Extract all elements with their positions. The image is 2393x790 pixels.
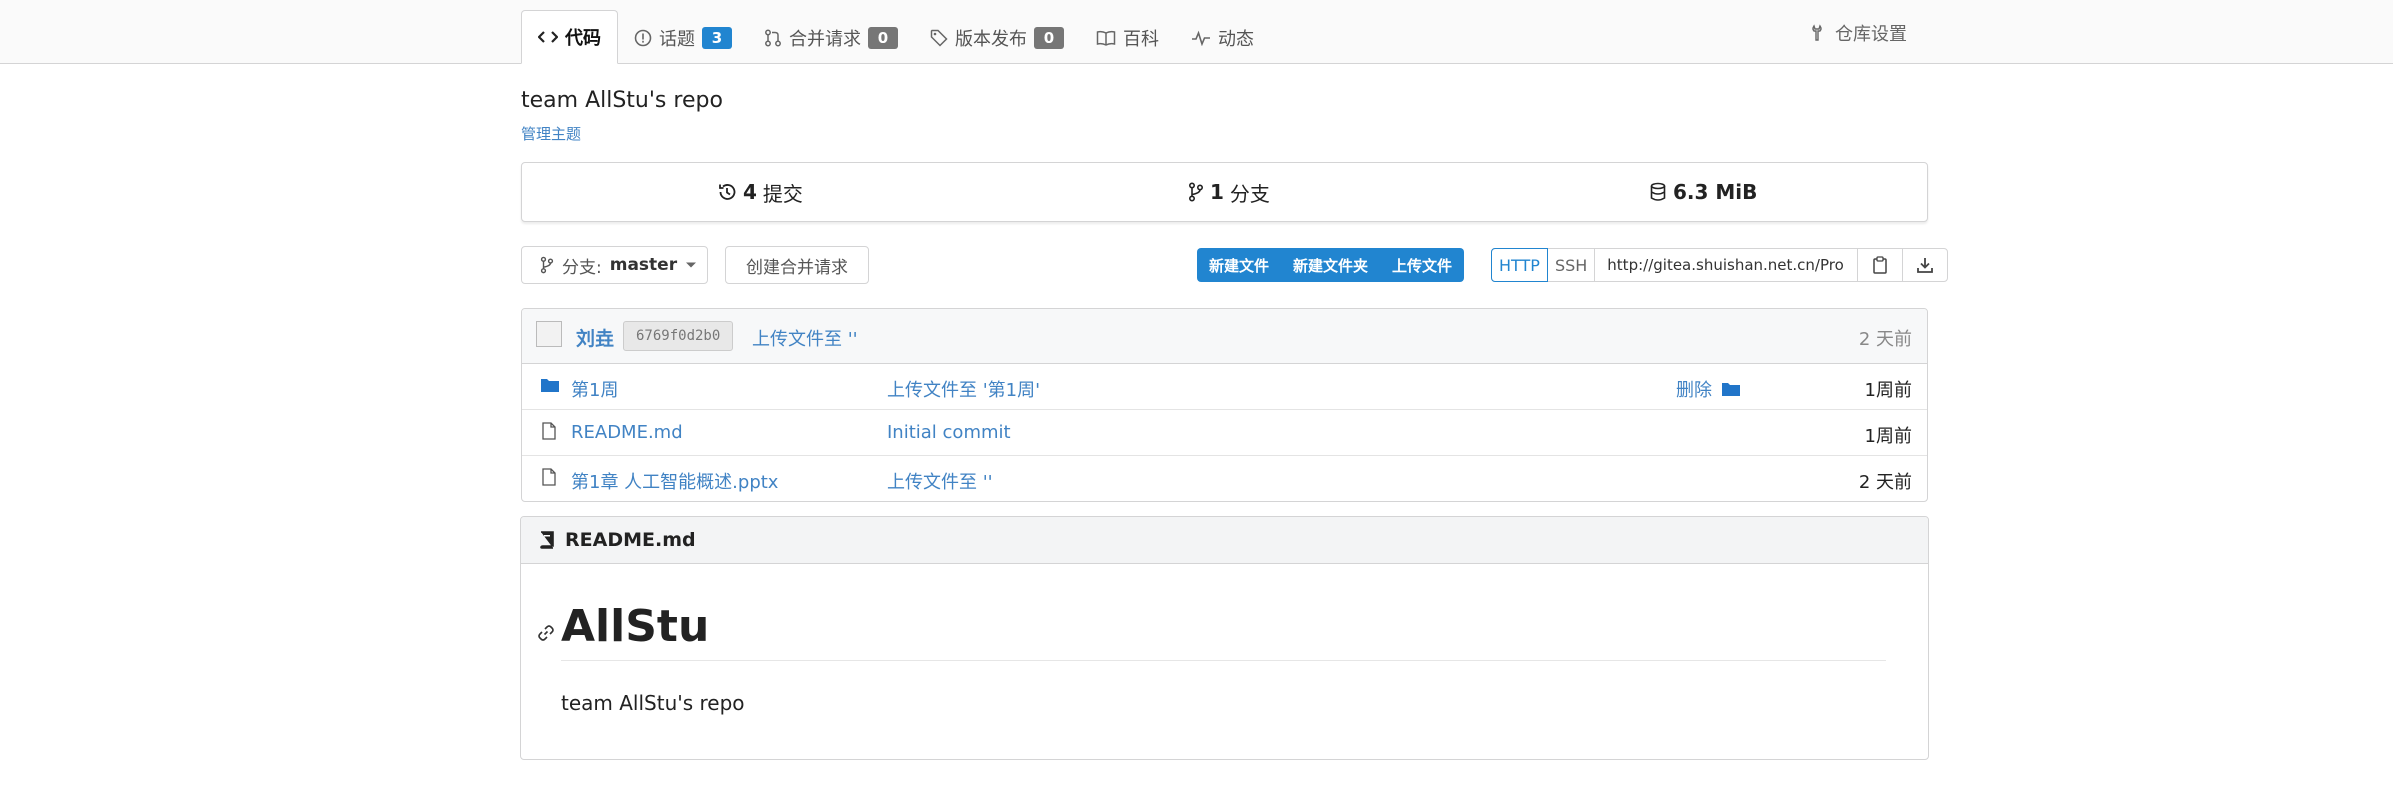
new-folder-button[interactable]: 新建文件夹 bbox=[1281, 248, 1380, 282]
file-name[interactable]: README.md bbox=[571, 422, 683, 443]
branch-icon bbox=[540, 256, 554, 274]
table-row: 第1章 人工智能概述.pptx 上传文件至 '' 2 天前 bbox=[522, 456, 1927, 501]
tab-issues[interactable]: 话题 3 bbox=[618, 12, 748, 64]
tab-activity-label: 动态 bbox=[1218, 29, 1254, 50]
branch-prefix: 分支: bbox=[562, 257, 602, 278]
file-table: 刘垚 6769f0d2b0 上传文件至 '' 2 天前 第1周 上传文件至 '第… bbox=[521, 308, 1928, 502]
commits-count: 4 bbox=[743, 180, 757, 204]
tab-code[interactable]: 代码 bbox=[521, 10, 618, 64]
readme-header: README.md bbox=[521, 517, 1928, 564]
tools-icon bbox=[1810, 24, 1828, 42]
tab-settings-label: 仓库设置 bbox=[1835, 24, 1907, 45]
folder-icon bbox=[540, 376, 560, 394]
pull-request-icon bbox=[764, 29, 782, 47]
download-button[interactable] bbox=[1903, 249, 1947, 281]
clone-panel: HTTP SSH http://gitea.shuishan.net.cn/Pr… bbox=[1491, 248, 1949, 282]
folder-icon bbox=[1721, 380, 1741, 398]
readme-filename[interactable]: README.md bbox=[565, 529, 696, 551]
repo-size: 6.3 MiB bbox=[1673, 180, 1758, 204]
repo-header: 代码 话题 3 合并请求 0 版本发布 0 百科 动态 仓库设置 bbox=[0, 0, 2393, 64]
download-icon bbox=[1916, 256, 1934, 274]
file-actions-group: 新建文件 新建文件夹 上传文件 bbox=[1197, 248, 1465, 282]
tab-activity[interactable]: 动态 bbox=[1175, 12, 1270, 64]
issue-icon bbox=[634, 29, 652, 47]
commits-stat[interactable]: 4 提交 bbox=[717, 163, 803, 221]
delete-label: 删除 bbox=[1676, 380, 1712, 401]
file-commit-message[interactable]: 上传文件至 '第1周' bbox=[887, 376, 1040, 402]
branches-label: 分支 bbox=[1229, 181, 1270, 206]
readme-heading: AllStu bbox=[561, 601, 1886, 661]
file-age: 1周前 bbox=[1864, 426, 1912, 447]
branch-selector[interactable]: 分支: master bbox=[521, 246, 708, 284]
file-commit-message[interactable]: 上传文件至 '' bbox=[887, 468, 993, 494]
file-age: 2 天前 bbox=[1858, 472, 1912, 493]
file-commit-message[interactable]: Initial commit bbox=[887, 422, 1011, 443]
branch-name: master bbox=[609, 255, 678, 275]
releases-count-badge: 0 bbox=[1034, 27, 1064, 49]
history-icon bbox=[717, 182, 737, 202]
clone-url-input[interactable]: http://gitea.shuishan.net.cn/Pro bbox=[1595, 249, 1859, 281]
table-row: README.md Initial commit 1周前 bbox=[522, 410, 1927, 456]
commit-author[interactable]: 刘垚 bbox=[576, 324, 614, 351]
branches-stat[interactable]: 1 分支 bbox=[1188, 163, 1270, 221]
branches-count: 1 bbox=[1210, 180, 1224, 204]
tag-icon bbox=[930, 29, 948, 47]
code-icon bbox=[538, 29, 558, 45]
commit-message[interactable]: 上传文件至 '' bbox=[752, 325, 858, 351]
commit-sha-label[interactable]: 6769f0d2b0 bbox=[623, 321, 734, 351]
repo-description: team AllStu's repo bbox=[521, 88, 723, 113]
book-icon bbox=[539, 531, 555, 549]
latest-commit-row: 刘垚 6769f0d2b0 上传文件至 '' 2 天前 bbox=[522, 309, 1927, 364]
repo-stats: 4 提交 1 分支 6.3 MiB bbox=[521, 162, 1928, 222]
repo-tabs: 代码 话题 3 合并请求 0 版本发布 0 百科 动态 bbox=[521, 10, 1270, 64]
pulse-icon bbox=[1191, 30, 1211, 46]
tab-pull-requests[interactable]: 合并请求 0 bbox=[748, 12, 914, 64]
ssh-button[interactable]: SSH bbox=[1548, 249, 1596, 281]
tab-releases-label: 版本发布 bbox=[955, 29, 1027, 50]
tab-code-label: 代码 bbox=[565, 28, 601, 49]
table-row: 第1周 上传文件至 '第1周' 删除 1周前 bbox=[522, 364, 1927, 410]
clipboard-icon bbox=[1872, 256, 1888, 274]
delete-folder-button[interactable]: 删除 bbox=[1676, 376, 1741, 402]
commits-label: 提交 bbox=[762, 181, 803, 206]
link-icon[interactable] bbox=[537, 624, 555, 646]
file-icon bbox=[540, 422, 558, 440]
create-pull-request-button[interactable]: 创建合并请求 bbox=[725, 246, 869, 284]
readme-panel: README.md AllStu team AllStu's repo bbox=[520, 516, 1929, 760]
tab-issues-label: 话题 bbox=[659, 29, 695, 50]
tab-wiki-label: 百科 bbox=[1123, 29, 1159, 50]
tab-wiki[interactable]: 百科 bbox=[1080, 12, 1175, 64]
manage-topics-link[interactable]: 管理主题 bbox=[521, 123, 581, 144]
caret-down-icon bbox=[685, 261, 697, 269]
tab-releases[interactable]: 版本发布 0 bbox=[914, 12, 1080, 64]
readme-body: team AllStu's repo bbox=[561, 691, 745, 715]
book-icon bbox=[1096, 30, 1116, 46]
copy-url-button[interactable] bbox=[1858, 249, 1904, 281]
commit-age: 2 天前 bbox=[1858, 329, 1912, 350]
tab-settings[interactable]: 仓库设置 bbox=[1810, 20, 1907, 46]
file-name[interactable]: 第1周 bbox=[571, 376, 618, 402]
database-icon bbox=[1649, 182, 1667, 202]
size-stat: 6.3 MiB bbox=[1649, 163, 1757, 221]
http-button[interactable]: HTTP bbox=[1491, 248, 1548, 282]
issues-count-badge: 3 bbox=[702, 27, 732, 49]
avatar[interactable] bbox=[536, 321, 562, 347]
file-icon bbox=[540, 468, 558, 486]
branch-icon bbox=[1188, 182, 1204, 202]
file-age: 1周前 bbox=[1864, 380, 1912, 401]
pulls-count-badge: 0 bbox=[868, 27, 898, 49]
new-file-button[interactable]: 新建文件 bbox=[1197, 248, 1281, 282]
file-name[interactable]: 第1章 人工智能概述.pptx bbox=[571, 468, 778, 494]
upload-file-button[interactable]: 上传文件 bbox=[1380, 248, 1464, 282]
tab-pull-requests-label: 合并请求 bbox=[789, 29, 861, 50]
